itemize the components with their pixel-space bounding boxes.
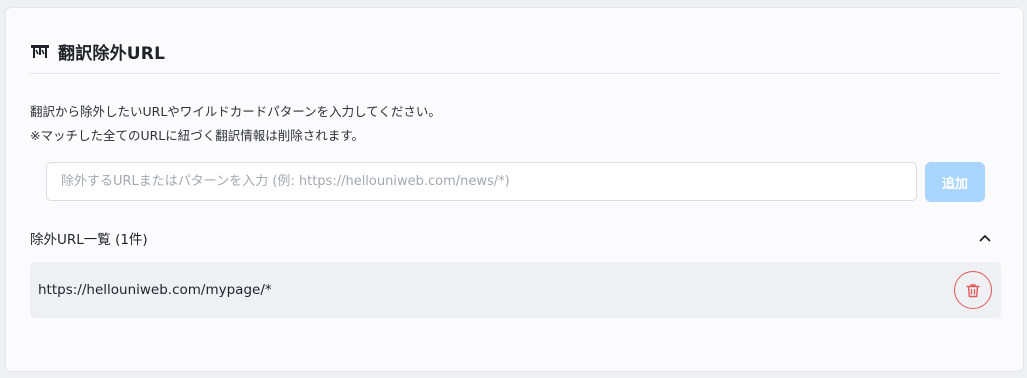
exclude-url-input[interactable] <box>46 162 917 201</box>
excluded-url-text: https://hellouniweb.com/mypage/* <box>38 282 272 298</box>
trash-icon <box>966 283 980 298</box>
page-title: 翻訳除外URL <box>58 43 166 64</box>
add-button[interactable]: 追加 <box>925 162 985 202</box>
header-divider <box>29 73 1000 74</box>
delete-button[interactable] <box>954 271 992 309</box>
list-item: https://hellouniweb.com/mypage/* <box>30 262 1001 318</box>
description: 翻訳から除外したいURLやワイルドカードパターンを入力してください。 ※マッチし… <box>30 100 441 148</box>
translate-off-icon <box>30 42 50 60</box>
description-line-2: ※マッチした全てのURLに紐づく翻訳情報は削除されます。 <box>30 128 365 143</box>
add-url-form: 追加 <box>46 162 985 202</box>
exclusion-settings-card: 翻訳除外URL 翻訳から除外したいURLやワイルドカードパターンを入力してくださ… <box>5 7 1024 372</box>
card-header: 翻訳除外URL <box>30 36 165 66</box>
excluded-list-header[interactable]: 除外URL一覧 (1件) <box>30 226 996 250</box>
chevron-up-icon[interactable] <box>974 227 996 249</box>
description-line-1: 翻訳から除外したいURLやワイルドカードパターンを入力してください。 <box>30 104 441 119</box>
excluded-list-title: 除外URL一覧 (1件) <box>30 232 148 248</box>
